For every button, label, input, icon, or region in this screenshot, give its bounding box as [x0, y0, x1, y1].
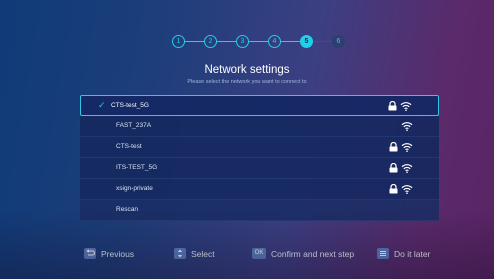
wifi-icon	[401, 143, 413, 152]
lock-icon	[389, 142, 398, 152]
setup-screen: 1 2 3 4 5 6 Network settings Please sele…	[0, 0, 494, 279]
step-connector	[185, 40, 204, 42]
step-connector	[217, 40, 236, 42]
previous-label: Previous	[101, 248, 135, 259]
updown-key-icon	[174, 248, 186, 259]
network-list: ✓ CTS-test_5G FAST_237A CTS-test ITS-TES…	[80, 95, 439, 221]
select-label: Select	[191, 248, 215, 259]
wifi-icon	[400, 102, 412, 111]
menu-key-icon	[377, 248, 389, 259]
network-ssid: CTS-test	[116, 143, 142, 150]
rescan-button[interactable]: Rescan	[80, 200, 439, 221]
wifi-icon	[401, 122, 413, 131]
network-item-cts-test[interactable]: CTS-test	[80, 137, 439, 158]
progress-stepper: 1 2 3 4 5 6	[172, 34, 345, 48]
page-subtitle: Please select the network you want to co…	[187, 79, 307, 85]
network-ssid: xsign-private	[116, 185, 153, 192]
step-connector	[281, 40, 300, 42]
lock-icon	[388, 101, 397, 111]
wifi-icon	[401, 164, 413, 173]
lock-icon	[389, 184, 398, 194]
rescan-label: Rescan	[116, 206, 139, 213]
ok-key-icon: OK	[252, 248, 266, 259]
step-connector	[313, 40, 332, 42]
wifi-icon	[401, 185, 413, 194]
step-2: 2	[204, 34, 217, 48]
network-item-fast-237a[interactable]: FAST_237A	[80, 116, 439, 137]
network-ssid: FAST_237A	[116, 122, 152, 129]
network-item-cts-test-5g[interactable]: ✓ CTS-test_5G	[80, 95, 439, 116]
later-hint[interactable]: Do it later	[377, 248, 430, 259]
step-5-current: 5	[300, 34, 313, 48]
network-ssid: CTS-test_5G	[111, 102, 149, 109]
lock-icon	[389, 163, 398, 173]
page-title: Network settings	[204, 64, 290, 76]
step-connector	[249, 40, 268, 42]
select-hint: Select	[174, 248, 215, 259]
confirm-hint[interactable]: OK Confirm and next step	[252, 248, 354, 259]
step-1: 1	[172, 34, 185, 48]
check-icon: ✓	[98, 100, 106, 110]
confirm-label: Confirm and next step	[271, 248, 355, 259]
previous-hint[interactable]: Previous	[84, 248, 134, 259]
network-ssid: ITS-TEST_5G	[116, 164, 158, 171]
step-4: 4	[268, 34, 281, 48]
network-item-xsign-private[interactable]: xsign-private	[80, 179, 439, 200]
step-3: 3	[236, 34, 249, 48]
network-item-its-test-5g[interactable]: ITS-TEST_5G	[80, 158, 439, 179]
step-6: 6	[332, 34, 345, 48]
later-label: Do it later	[394, 248, 431, 259]
back-key-icon	[84, 248, 96, 259]
